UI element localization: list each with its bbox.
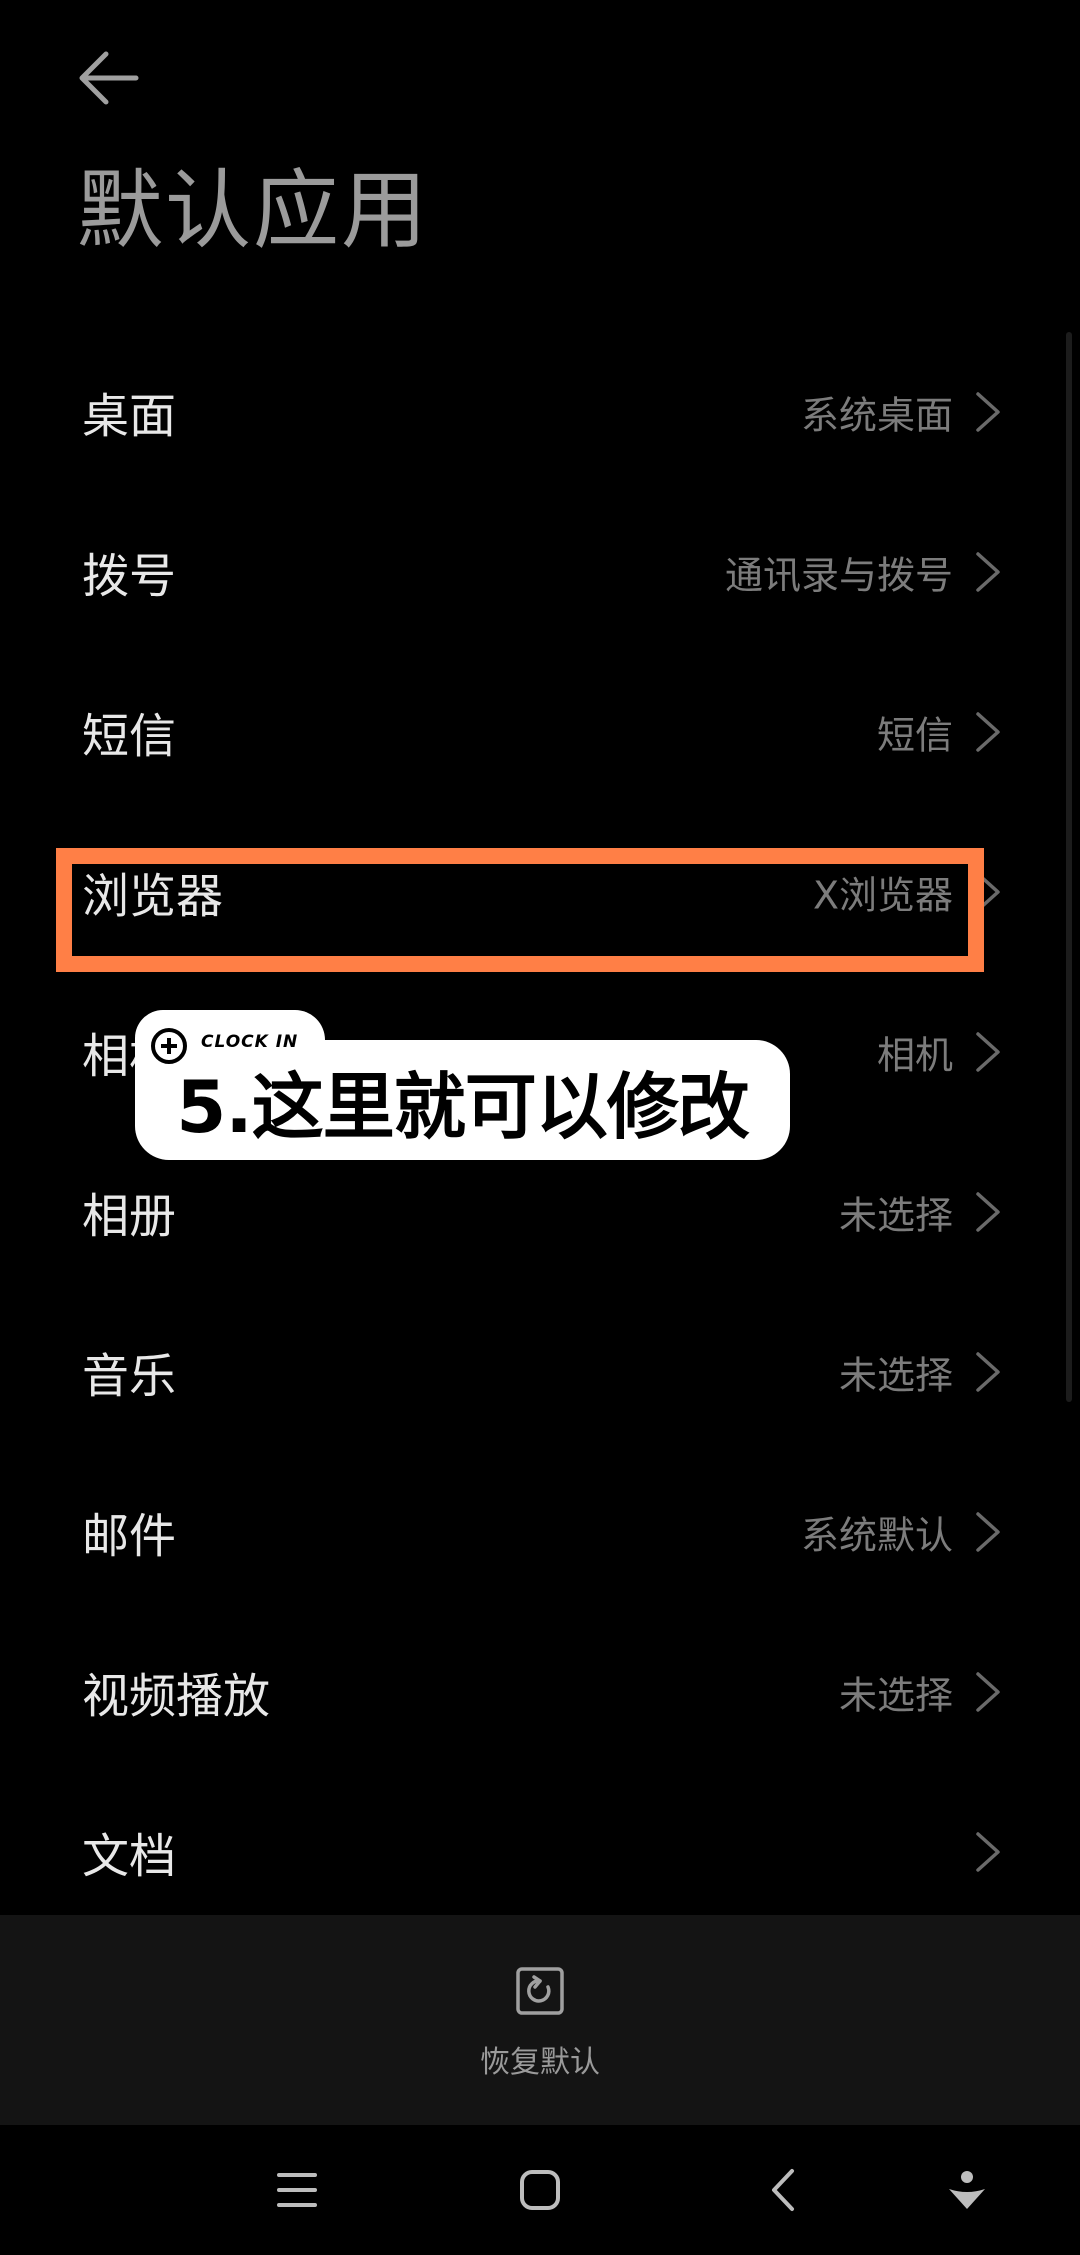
- chevron-right-icon: [976, 1352, 1000, 1392]
- list-item-label: 桌面: [82, 389, 176, 445]
- list-item-label: 文档: [82, 1829, 176, 1885]
- list-item-value: 系统桌面: [800, 393, 953, 438]
- chevron-right-icon: [976, 1672, 1000, 1712]
- list-item-sms[interactable]: 短信 短信: [0, 652, 1080, 812]
- nav-menu-button[interactable]: [252, 2145, 342, 2235]
- system-navigation-bar: [0, 2125, 1080, 2255]
- list-item-video-player[interactable]: 视频播放 未选择: [0, 1612, 1080, 1772]
- chevron-right-icon: [976, 552, 1000, 592]
- chevron-right-icon: [976, 392, 1000, 432]
- home-icon: [520, 2170, 560, 2210]
- list-item-mail[interactable]: 邮件 系统默认: [0, 1452, 1080, 1612]
- bottom-action-bar: 恢复默认: [0, 1915, 1080, 2125]
- list-item-label: 音乐: [82, 1349, 176, 1405]
- list-item-label: 相机: [82, 1029, 176, 1085]
- list-item-documents[interactable]: 文档: [0, 1772, 1080, 1932]
- list-item-label: 相册: [82, 1189, 176, 1245]
- nav-assistant-button[interactable]: [922, 2145, 1012, 2235]
- default-apps-list: 桌面 系统桌面 拨号 通讯录与拨号 短信 短信 浏览器 X浏览器 相机 相机 相…: [0, 332, 1080, 1932]
- list-item-value: X浏览器: [812, 873, 953, 918]
- list-item-value: 相机: [876, 1033, 953, 1078]
- back-icon: [772, 2169, 794, 2211]
- chevron-right-icon: [976, 872, 1000, 912]
- assistant-icon: [949, 2171, 985, 2209]
- list-item-music[interactable]: 音乐 未选择: [0, 1292, 1080, 1452]
- restore-icon: [516, 1967, 564, 2015]
- nav-home-button[interactable]: [495, 2145, 585, 2235]
- list-item-dialer[interactable]: 拨号 通讯录与拨号: [0, 492, 1080, 652]
- list-item-launcher[interactable]: 桌面 系统桌面: [0, 332, 1080, 492]
- menu-icon: [277, 2173, 317, 2207]
- chevron-right-icon: [976, 712, 1000, 752]
- list-item-label: 视频播放: [82, 1669, 270, 1725]
- arrow-left-icon: [79, 51, 139, 105]
- restore-defaults-label: 恢复默认: [480, 2045, 600, 2080]
- list-item-label: 拨号: [82, 549, 176, 605]
- list-item-label: 浏览器: [82, 869, 223, 925]
- list-item-value: 未选择: [838, 1353, 953, 1398]
- list-item-camera[interactable]: 相机 相机: [0, 972, 1080, 1132]
- list-item-value: 未选择: [838, 1673, 953, 1718]
- chevron-right-icon: [976, 1032, 1000, 1072]
- nav-back-button[interactable]: [740, 2145, 830, 2235]
- list-item-value: 短信: [876, 713, 953, 758]
- list-item-value: 系统默认: [800, 1513, 953, 1558]
- list-item-value: 通讯录与拨号: [724, 553, 953, 598]
- list-item-gallery[interactable]: 相册 未选择: [0, 1132, 1080, 1292]
- page-title: 默认应用: [77, 161, 429, 261]
- list-item-label: 邮件: [82, 1509, 176, 1565]
- chevron-right-icon: [976, 1512, 1000, 1552]
- chevron-right-icon: [976, 1192, 1000, 1232]
- chevron-right-icon: [976, 1832, 1000, 1872]
- list-item-label: 短信: [82, 709, 176, 765]
- list-item-value: 未选择: [838, 1193, 953, 1238]
- back-button[interactable]: [64, 38, 154, 118]
- list-item-browser[interactable]: 浏览器 X浏览器: [0, 812, 1080, 972]
- restore-defaults-button[interactable]: 恢复默认: [440, 1965, 640, 2105]
